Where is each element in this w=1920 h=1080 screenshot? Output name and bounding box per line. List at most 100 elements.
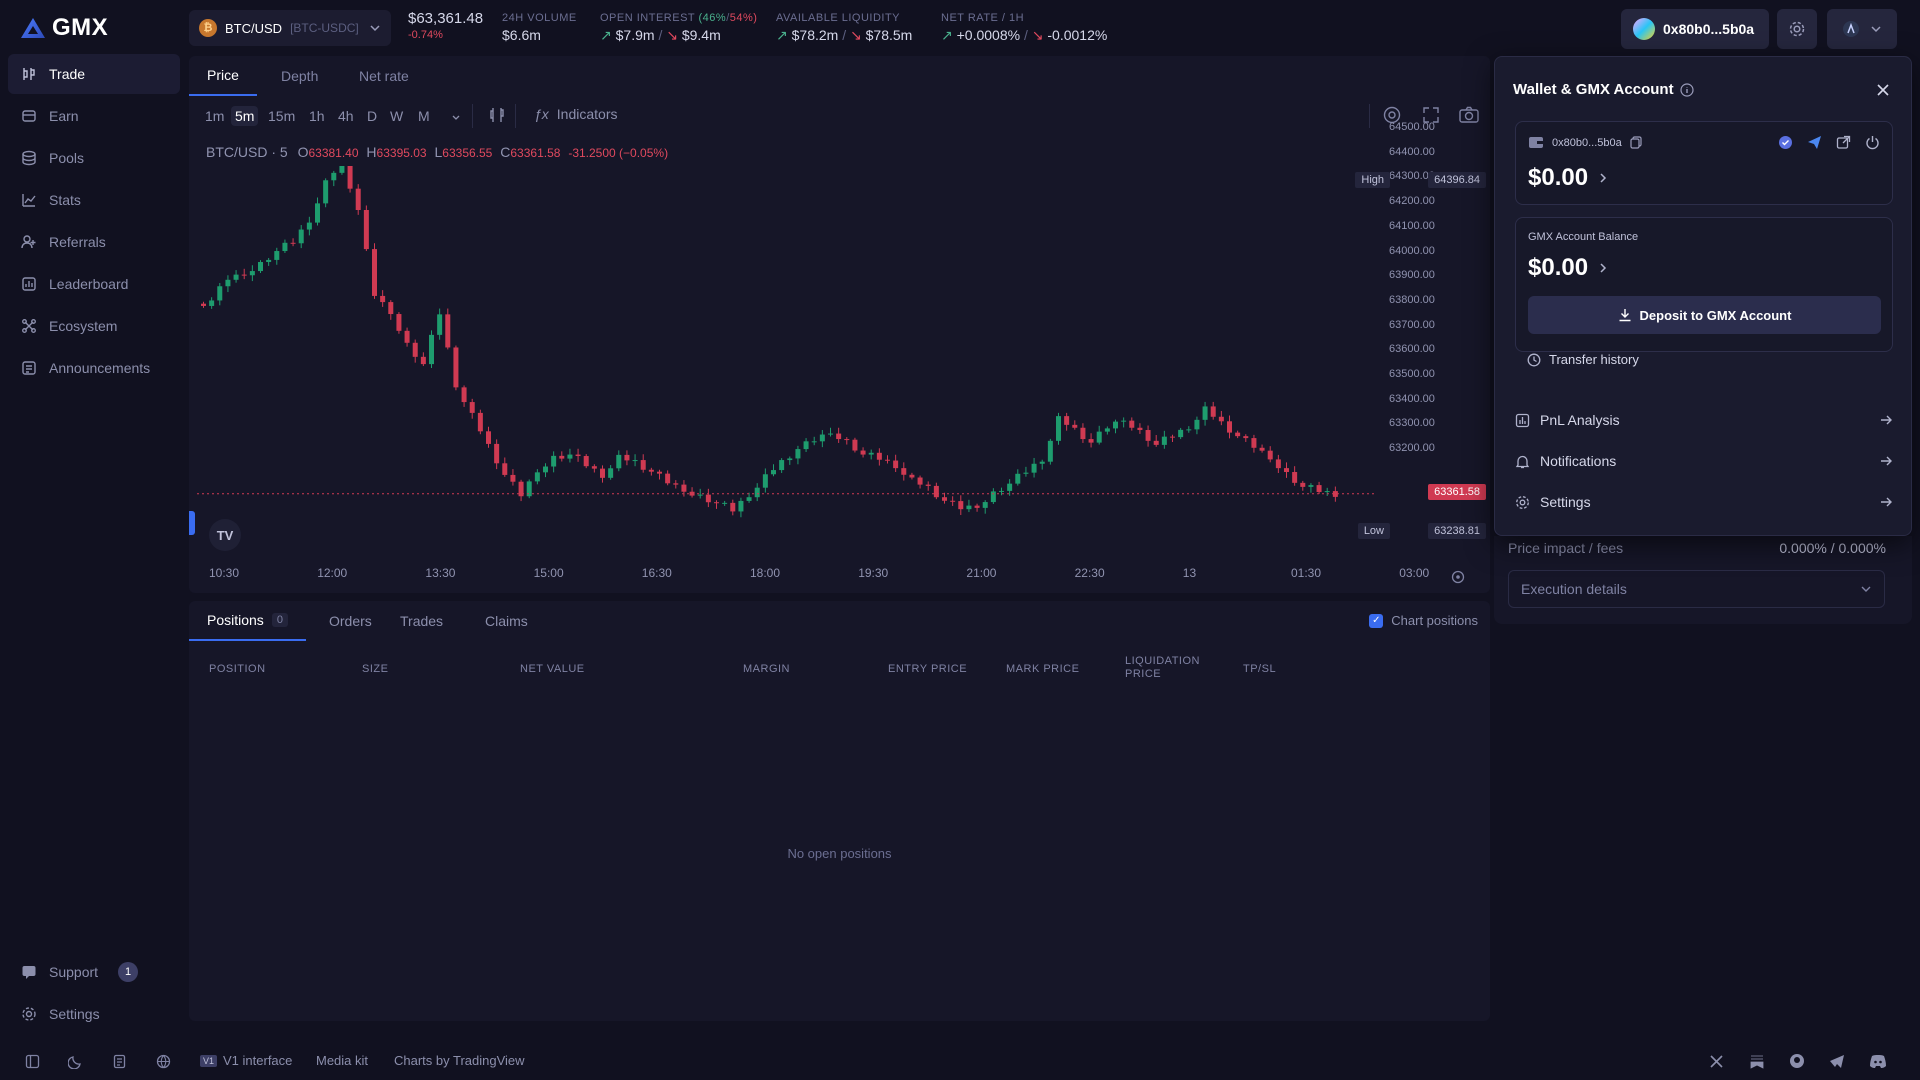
- close-icon[interactable]: [1875, 82, 1891, 98]
- ohlc-o-label: O: [297, 144, 309, 160]
- col-position[interactable]: POSITION: [209, 663, 266, 675]
- github-icon[interactable]: [1789, 1053, 1805, 1069]
- media-kit-link[interactable]: Media kit: [316, 1053, 368, 1068]
- col-net-value[interactable]: NET VALUE: [520, 663, 585, 675]
- tab-trades[interactable]: Trades: [382, 601, 461, 641]
- chevron-down-icon: [1871, 26, 1881, 33]
- tab-claims[interactable]: Claims: [467, 601, 546, 641]
- chart-positions-toggle[interactable]: ✓ Chart positions: [1369, 613, 1478, 628]
- timeframe-m[interactable]: M: [414, 106, 434, 126]
- sidebar-item-referrals[interactable]: Referrals: [8, 222, 180, 262]
- arbitrum-icon: [1843, 21, 1859, 37]
- high-label: High: [1355, 172, 1390, 188]
- wallet-balance-row[interactable]: $0.00: [1528, 164, 1608, 192]
- timeframe-d[interactable]: D: [363, 106, 381, 126]
- candle-body: [673, 483, 679, 485]
- menu-settings[interactable]: Settings: [1515, 484, 1893, 520]
- timeframe-w[interactable]: W: [386, 106, 407, 126]
- candle-body: [608, 468, 614, 478]
- send-icon[interactable]: [1807, 135, 1822, 150]
- v1-interface-link[interactable]: V1 V1 interface: [200, 1053, 292, 1068]
- substack-icon[interactable]: [1749, 1054, 1765, 1069]
- indicators-button[interactable]: ƒx Indicators: [534, 106, 618, 122]
- info-icon[interactable]: [1679, 82, 1694, 97]
- candle-body: [722, 502, 728, 504]
- bell-icon: [1515, 455, 1530, 468]
- chevron-down-icon[interactable]: [451, 113, 461, 123]
- checkbox-checked-icon[interactable]: ✓: [1369, 613, 1384, 628]
- sidebar-item-announcements[interactable]: Announcements: [8, 348, 180, 388]
- timeframe-5m[interactable]: 5m: [231, 106, 259, 126]
- col-margin[interactable]: MARGIN: [743, 663, 790, 675]
- wallet-button[interactable]: 0x80b0...5b0a: [1621, 9, 1769, 49]
- sidebar-toggle-icon[interactable]: [25, 1054, 40, 1069]
- timeframe-1m[interactable]: 1m: [201, 106, 228, 126]
- settings-button[interactable]: [1777, 9, 1817, 49]
- sidebar-item-support[interactable]: Support 1: [8, 952, 180, 992]
- tab-positions[interactable]: Positions 0: [189, 601, 306, 641]
- col-liquidation-price[interactable]: LIQUIDATION PRICE: [1125, 655, 1210, 681]
- pnl-chart-icon: [1515, 413, 1530, 427]
- col-mark-price[interactable]: MARK PRICE: [1006, 663, 1079, 675]
- timeframe-4h[interactable]: 4h: [334, 106, 358, 126]
- timeframe-15m[interactable]: 15m: [264, 106, 299, 126]
- timeframe-1h[interactable]: 1h: [305, 106, 329, 126]
- candle-body: [502, 463, 508, 475]
- tradingview-logo-icon[interactable]: TV: [209, 519, 241, 551]
- candle-body: [486, 431, 491, 444]
- charts-by-link[interactable]: Charts by TradingView: [394, 1053, 525, 1068]
- sidebar-item-pools[interactable]: Pools: [8, 138, 180, 178]
- candle-body: [974, 505, 980, 508]
- deposit-button[interactable]: Deposit to GMX Account: [1528, 296, 1881, 334]
- volume-stat: 24H VOLUME $6.6m: [502, 12, 577, 43]
- telegram-icon[interactable]: [1829, 1054, 1845, 1069]
- copy-icon[interactable]: [1630, 136, 1643, 149]
- power-icon[interactable]: [1865, 135, 1880, 150]
- tab-net-rate[interactable]: Net rate: [341, 56, 427, 96]
- x-twitter-icon[interactable]: [1709, 1054, 1724, 1069]
- col-size[interactable]: SIZE: [362, 663, 388, 675]
- menu-pnl-analysis[interactable]: PnL Analysis: [1515, 402, 1893, 438]
- candle-body: [738, 500, 744, 512]
- arrow-right-icon: [1881, 497, 1892, 507]
- gmx-logo[interactable]: GMX: [20, 14, 108, 42]
- scroll-handle[interactable]: [189, 511, 195, 535]
- wallet-panel-title: Wallet & GMX Account: [1513, 81, 1674, 98]
- tab-orders[interactable]: Orders: [311, 601, 390, 641]
- moon-icon[interactable]: [68, 1054, 83, 1069]
- sidebar-item-trade[interactable]: Trade: [8, 54, 180, 94]
- sidebar-item-earn[interactable]: Earn: [8, 96, 180, 136]
- sidebar-item-leaderboard[interactable]: Leaderboard: [8, 264, 180, 304]
- globe-icon[interactable]: [156, 1054, 171, 1069]
- market-selector[interactable]: ₿ BTC/USD [BTC-USDC]: [189, 10, 391, 46]
- verified-icon[interactable]: [1778, 135, 1793, 150]
- sidebar-item-settings[interactable]: Settings: [8, 994, 180, 1034]
- sidebar-item-ecosystem[interactable]: Ecosystem: [8, 306, 180, 346]
- docs-icon[interactable]: [112, 1054, 127, 1069]
- menu-notifications[interactable]: Notifications: [1515, 443, 1893, 479]
- candle-body: [575, 454, 581, 457]
- tab-price[interactable]: Price: [189, 56, 257, 96]
- candle-body: [958, 501, 964, 510]
- candle-style-icon[interactable]: [488, 106, 506, 124]
- col-entry-price[interactable]: ENTRY PRICE: [888, 663, 967, 675]
- external-link-icon[interactable]: [1836, 135, 1851, 150]
- execution-details-toggle[interactable]: Execution details: [1508, 570, 1885, 608]
- liquidity-values: ↗ $78.2m / ↘ $78.5m: [776, 27, 913, 43]
- sidebar-item-label: Stats: [49, 192, 81, 208]
- candlestick-chart[interactable]: [197, 166, 1377, 536]
- auto-scale-icon[interactable]: [1451, 570, 1465, 584]
- candle-body: [233, 274, 239, 280]
- download-icon: [1619, 309, 1631, 322]
- col-tp-sl[interactable]: TP/SL: [1243, 663, 1276, 675]
- tab-depth[interactable]: Depth: [263, 56, 336, 96]
- gmx-balance-row[interactable]: $0.00: [1528, 254, 1608, 282]
- network-selector[interactable]: [1827, 9, 1897, 49]
- candle-body: [380, 295, 386, 303]
- sidebar-item-label: Pools: [49, 150, 85, 166]
- notifications-label: Notifications: [1540, 453, 1617, 469]
- sidebar-item-stats[interactable]: Stats: [8, 180, 180, 220]
- candle-body: [819, 434, 825, 442]
- discord-icon[interactable]: [1869, 1054, 1887, 1069]
- transfer-history-link[interactable]: Transfer history: [1527, 352, 1639, 367]
